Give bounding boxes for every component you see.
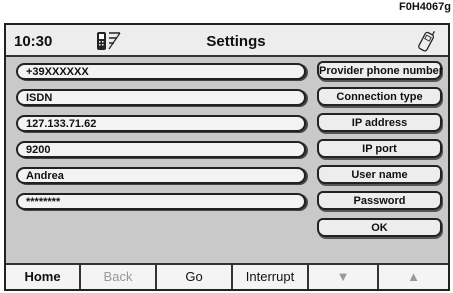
settings-form: +39XXXXXX ISDN 127.133.71.62 9200 Andrea… xyxy=(6,57,448,263)
back-button[interactable]: Back xyxy=(81,265,157,289)
user-name-field[interactable]: Andrea xyxy=(16,167,306,184)
provider-phone-field[interactable]: +39XXXXXX xyxy=(16,63,306,80)
field-value: ******** xyxy=(26,196,61,208)
figure-reference: F0H4067g xyxy=(399,1,451,13)
ip-address-button[interactable]: IP address xyxy=(317,113,442,132)
ok-button[interactable]: OK xyxy=(317,218,442,237)
connection-type-button[interactable]: Connection type xyxy=(317,87,442,106)
page-title: Settings xyxy=(206,33,266,50)
bottom-softkey-bar: Home Back Go Interrupt ▼ ▲ xyxy=(6,263,448,289)
settings-screen: 10:30 Settings +39XXXXXX ISDN 127.133.71… xyxy=(4,23,450,291)
field-value: ISDN xyxy=(26,92,53,104)
interrupt-button[interactable]: Interrupt xyxy=(233,265,309,289)
scroll-up-button[interactable]: ▲ xyxy=(379,265,448,289)
phone-signal-icon xyxy=(94,29,126,58)
ip-port-button[interactable]: IP port xyxy=(317,139,442,158)
user-name-button[interactable]: User name xyxy=(317,165,442,184)
home-button[interactable]: Home xyxy=(6,265,81,289)
mobile-phone-icon xyxy=(414,29,440,58)
field-value: +39XXXXXX xyxy=(26,66,89,78)
scroll-down-button[interactable]: ▼ xyxy=(309,265,379,289)
status-header: 10:30 Settings xyxy=(6,25,448,57)
password-field[interactable]: ******** xyxy=(16,193,306,210)
field-value: 127.133.71.62 xyxy=(26,118,97,130)
connection-type-field[interactable]: ISDN xyxy=(16,89,306,106)
field-value: Andrea xyxy=(26,170,64,182)
ip-port-field[interactable]: 9200 xyxy=(16,141,306,158)
field-value: 9200 xyxy=(26,144,51,156)
go-button[interactable]: Go xyxy=(157,265,233,289)
provider-phone-number-button[interactable]: Provider phone number xyxy=(317,61,443,80)
ip-address-field[interactable]: 127.133.71.62 xyxy=(16,115,306,132)
clock-time: 10:30 xyxy=(14,33,53,50)
password-button[interactable]: Password xyxy=(317,191,442,210)
